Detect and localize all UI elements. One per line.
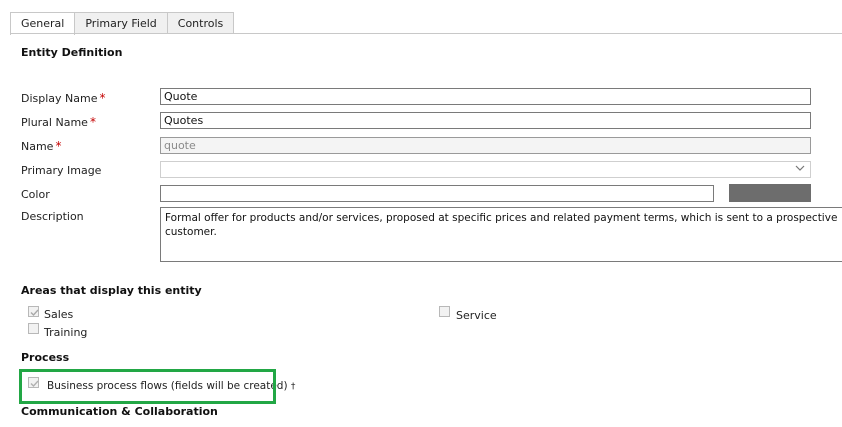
primary-image-label: Primary Image xyxy=(21,164,102,177)
display-name-input[interactable]: Quote xyxy=(160,88,811,105)
communication-heading: Communication & Collaboration xyxy=(21,405,218,418)
description-textarea[interactable]: Formal offer for products and/or service… xyxy=(160,207,842,262)
training-label: Training xyxy=(44,326,88,339)
checkmark-icon xyxy=(30,309,39,317)
chevron-down-icon xyxy=(795,163,805,179)
tab-primary-field[interactable]: Primary Field xyxy=(74,12,168,34)
required-marker: * xyxy=(55,139,62,153)
entity-definition-heading: Entity Definition xyxy=(21,46,123,59)
primary-image-select[interactable] xyxy=(160,161,811,178)
highlight-box xyxy=(19,369,276,404)
sales-checkbox[interactable] xyxy=(28,306,39,317)
required-marker: * xyxy=(89,115,96,129)
process-heading: Process xyxy=(21,351,70,364)
name-input: quote xyxy=(160,137,811,154)
display-name-label: Display Name * xyxy=(21,91,106,105)
tab-strip: General Primary Field Controls xyxy=(10,12,235,35)
description-label: Description xyxy=(21,210,84,223)
tab-divider xyxy=(10,33,842,34)
color-picker-button[interactable] xyxy=(729,184,811,202)
areas-heading: Areas that display this entity xyxy=(21,284,202,297)
plural-name-label: Plural Name * xyxy=(21,115,96,129)
color-input[interactable] xyxy=(160,185,714,202)
plural-name-input[interactable]: Quotes xyxy=(160,112,811,129)
required-marker: * xyxy=(99,91,106,105)
sales-label: Sales xyxy=(44,308,74,321)
service-label: Service xyxy=(456,309,497,322)
footnote-marker: † xyxy=(290,382,296,392)
tab-general[interactable]: General xyxy=(10,12,76,35)
service-checkbox[interactable] xyxy=(439,306,450,317)
tab-controls[interactable]: Controls xyxy=(166,12,235,34)
training-checkbox[interactable] xyxy=(28,323,39,334)
color-label: Color xyxy=(21,188,50,201)
name-label: Name * xyxy=(21,139,62,153)
